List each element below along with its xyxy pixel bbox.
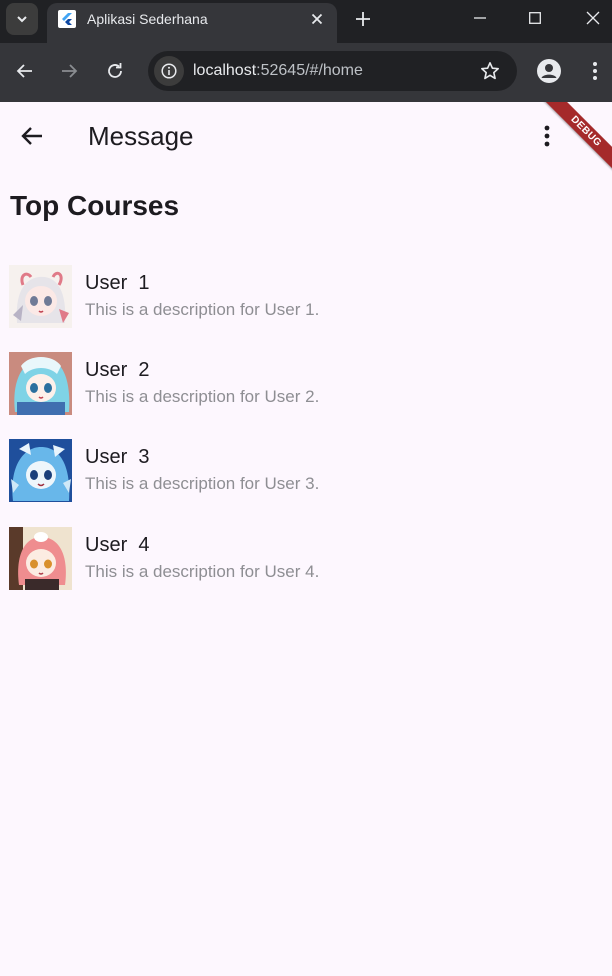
- reload-icon[interactable]: [100, 56, 130, 86]
- url-host: localhost: [193, 62, 257, 79]
- appbar-back-button[interactable]: [16, 120, 48, 152]
- item-name: User 2: [85, 359, 150, 381]
- item-name: User 4: [85, 534, 150, 556]
- tab-title: Aplikasi Sederhana: [87, 11, 208, 27]
- avatar: [9, 527, 72, 590]
- item-description: This is a description for User 1.: [85, 300, 320, 319]
- section-heading: Top Courses: [10, 190, 180, 221]
- more-vert-icon[interactable]: [533, 120, 561, 152]
- avatar: [9, 265, 72, 328]
- window-close-icon[interactable]: [578, 4, 608, 32]
- profile-icon[interactable]: [534, 56, 564, 86]
- appbar-title: Message: [88, 121, 194, 151]
- flutter-icon: [58, 10, 76, 28]
- item-description: This is a description for User 4.: [85, 562, 320, 581]
- forward-icon[interactable]: [54, 56, 84, 86]
- new-tab-plus-icon[interactable]: [350, 6, 376, 32]
- url-text: localhost:52645/#/home: [193, 62, 363, 80]
- avatar: [9, 439, 72, 502]
- url-path: :52645/#/home: [256, 62, 363, 79]
- arrow-back-icon: [21, 127, 42, 145]
- list-item[interactable]: User 1 This is a description for User 1.: [9, 265, 599, 331]
- avatar: [9, 352, 72, 415]
- item-description: This is a description for User 3.: [85, 474, 320, 493]
- browser-tab[interactable]: Aplikasi Sederhana: [47, 3, 337, 43]
- item-description: This is a description for User 2.: [85, 387, 320, 406]
- site-info-icon[interactable]: [154, 56, 184, 86]
- chevron-down-icon: [17, 16, 27, 23]
- address-bar[interactable]: localhost:52645/#/home: [148, 51, 517, 91]
- bookmark-star-icon[interactable]: [479, 60, 501, 82]
- item-name: User 3: [85, 446, 150, 468]
- app-viewport: Message DEBUG Top Courses User 1 This is…: [0, 102, 612, 976]
- browser-toolbar: localhost:52645/#/home: [0, 43, 612, 102]
- tab-search-button[interactable]: [6, 3, 38, 35]
- list-item[interactable]: User 3 This is a description for User 3.: [9, 439, 599, 505]
- browser-tabstrip: Aplikasi Sederhana: [0, 0, 612, 43]
- browser-menu-icon[interactable]: [580, 56, 610, 86]
- list-item[interactable]: User 4 This is a description for User 4.: [9, 527, 599, 593]
- tab-close-icon[interactable]: [307, 9, 327, 29]
- list-item[interactable]: User 2 This is a description for User 2.: [9, 352, 599, 418]
- maximize-icon[interactable]: [520, 4, 550, 32]
- minimize-icon[interactable]: [465, 4, 495, 32]
- back-icon[interactable]: [10, 56, 40, 86]
- item-name: User 1: [85, 272, 150, 294]
